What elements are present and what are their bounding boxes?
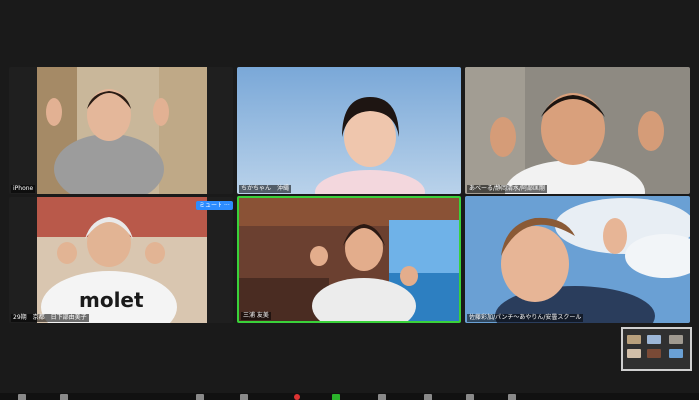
thumb-mini-3 xyxy=(669,335,683,344)
apps-icon[interactable] xyxy=(466,394,474,400)
security-icon[interactable] xyxy=(196,394,204,400)
participant-name-5: 三浦 友美 xyxy=(241,312,271,320)
participants-icon[interactable] xyxy=(240,394,248,400)
video-feed-1 xyxy=(37,67,207,194)
thumb-mini-6 xyxy=(669,349,683,358)
video-tile-2[interactable]: ちかちゃん 沖縄 xyxy=(237,67,461,194)
video-feed-5 xyxy=(239,198,459,321)
video-feed-4: molet xyxy=(37,197,207,323)
participant-name-3: あべーる/静岡清水/阿部匡剛 xyxy=(467,185,548,193)
video-tile-1[interactable]: iPhone xyxy=(9,67,233,194)
svg-text:molet: molet xyxy=(79,288,144,312)
video-tile-6[interactable]: 佐藤彩加/パンチ〜あやりん/安曇スクール xyxy=(465,196,690,323)
video-feed-2 xyxy=(237,67,461,194)
participant-name-4: 29期 京都 日下部由美子 xyxy=(11,314,89,322)
thumb-mini-1 xyxy=(627,335,641,344)
gallery-thumbnail[interactable] xyxy=(621,327,692,371)
whiteboard-icon[interactable] xyxy=(508,394,516,400)
video-tile-4[interactable]: molet ミュート ··· 29期 京都 日下部由美子 xyxy=(9,197,233,323)
record-icon[interactable] xyxy=(378,394,386,400)
video-camera-icon[interactable] xyxy=(60,394,68,400)
video-gallery: iPhone ちかちゃん 沖縄 あべーる/静岡清水/阿部匡剛 molet ミュー… xyxy=(0,0,699,400)
meeting-toolbar xyxy=(0,393,699,400)
participant-name-6: 佐藤彩加/パンチ〜あやりん/安曇スクール xyxy=(467,314,584,322)
thumb-mini-4 xyxy=(627,349,641,358)
thumb-mini-2 xyxy=(647,335,661,344)
participant-name-2: ちかちゃん 沖縄 xyxy=(239,185,292,193)
participant-name-1: iPhone xyxy=(11,185,36,193)
video-tile-5-active[interactable]: 三浦 友美 xyxy=(237,196,461,323)
mute-audio-icon[interactable] xyxy=(18,394,26,400)
video-feed-3 xyxy=(465,67,690,194)
share-screen-icon[interactable] xyxy=(332,394,340,400)
notification-badge-icon xyxy=(294,394,300,400)
thumb-mini-5 xyxy=(647,349,661,358)
video-feed-6 xyxy=(465,196,690,323)
reactions-icon[interactable] xyxy=(424,394,432,400)
video-tile-3[interactable]: あべーる/静岡清水/阿部匡剛 xyxy=(465,67,690,194)
more-options-button[interactable]: ··· xyxy=(221,201,233,210)
